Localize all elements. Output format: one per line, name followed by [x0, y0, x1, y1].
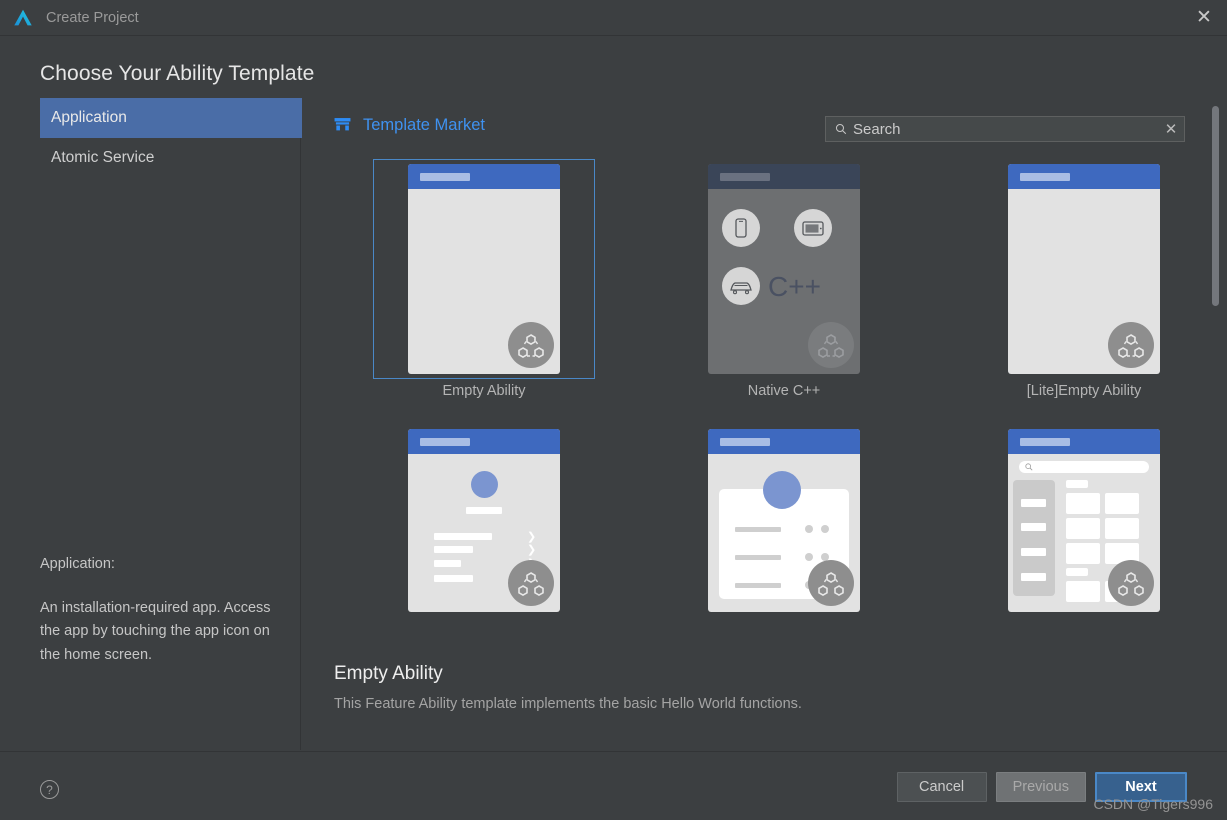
search-field-mock [1019, 461, 1149, 473]
sidebar-item-atomic-service[interactable]: Atomic Service [40, 138, 302, 178]
previous-button[interactable]: Previous [995, 772, 1086, 802]
placeholder-line [434, 560, 461, 567]
tablet-device-icon [794, 209, 832, 247]
grid-tile [1105, 518, 1139, 539]
sidebar-item-application[interactable]: Application [40, 98, 302, 138]
window-title: Create Project [46, 9, 139, 26]
phone-mock: C++ [708, 164, 860, 374]
placeholder-line [434, 533, 492, 540]
harmony-badge-icon [508, 322, 554, 368]
chevron-right-icon: ❯ [527, 544, 537, 556]
store-icon [334, 118, 351, 131]
template-card-empty-ability[interactable]: Empty Ability [373, 159, 595, 405]
deveco-logo-icon [14, 9, 32, 25]
template-preview: C++ [674, 160, 894, 378]
cancel-button[interactable]: Cancel [896, 772, 987, 802]
phone-statusbar [1008, 164, 1160, 189]
template-card-lite-empty-ability[interactable]: [Lite]Empty Ability [974, 160, 1194, 405]
template-preview [974, 160, 1194, 378]
placeholder-line [1021, 499, 1046, 507]
avatar [763, 471, 801, 509]
dialog-body: Application Atomic Service Application: … [0, 98, 1227, 750]
selected-template-info: Empty Ability This Feature Ability templ… [334, 663, 1034, 712]
phone-mock: ❯ ❯ ❯ ❯ [408, 429, 560, 612]
template-preview [674, 425, 894, 640]
phone-mock [1008, 164, 1160, 374]
placeholder-line [434, 546, 473, 553]
template-panel: Template Market ✕ [301, 98, 1227, 750]
placeholder-line [735, 583, 781, 588]
help-icon[interactable]: ? [40, 780, 59, 799]
phone-device-icon [722, 209, 760, 247]
template-card-list-layout[interactable]: ❯ ❯ ❯ ❯ [374, 425, 594, 640]
phone-mock [1008, 429, 1160, 612]
avatar [471, 471, 498, 498]
sidebar-item-label: Application [51, 109, 127, 126]
placeholder-line [735, 555, 781, 560]
selected-template-description: This Feature Ability template implements… [334, 696, 802, 712]
harmony-badge-icon [808, 322, 854, 368]
placeholder-line [735, 527, 781, 532]
template-grid: Empty Ability C++ Native C++ [Lite]Empty… [334, 159, 1227, 660]
page-title: Choose Your Ability Template [40, 62, 315, 85]
sidebar-description-heading: Application: [40, 556, 115, 572]
grid-tile [1066, 493, 1100, 514]
harmony-badge-icon [508, 560, 554, 606]
placeholder-line [1021, 548, 1046, 556]
phone-statusbar [408, 164, 560, 189]
watermark: CSDN @Tigers996 [1093, 796, 1213, 812]
sidebar: Application Atomic Service Application: … [0, 98, 302, 750]
section-label-mock [1066, 480, 1088, 488]
chevron-right-icon: ❯ [527, 531, 537, 543]
template-market-label: Template Market [363, 116, 485, 134]
grid-tile [1066, 518, 1100, 539]
placeholder-line [434, 575, 473, 582]
template-card-label: Empty Ability [442, 383, 526, 399]
dialog-footer: ? Cancel Previous Next CSDN @Tigers996 [0, 751, 1227, 820]
template-card-grid-layout[interactable] [974, 425, 1194, 640]
grid-tile [1066, 543, 1100, 564]
grid-tile [1105, 493, 1139, 514]
placeholder-line [1021, 573, 1046, 581]
harmony-badge-icon [1108, 322, 1154, 368]
harmony-badge-icon [808, 560, 854, 606]
template-market-link[interactable]: Template Market [334, 116, 485, 135]
phone-statusbar [1008, 429, 1160, 454]
placeholder-line [466, 507, 502, 514]
dot-indicator [821, 525, 829, 533]
harmony-badge-icon [1108, 560, 1154, 606]
template-card-profile-layout[interactable] [674, 425, 894, 640]
template-card-native-cpp[interactable]: C++ Native C++ [674, 160, 894, 405]
search-box[interactable]: ✕ [825, 116, 1185, 142]
template-preview [373, 159, 595, 379]
car-device-icon [722, 267, 760, 305]
search-icon [1025, 463, 1033, 471]
cpp-label: C++ [768, 271, 821, 302]
phone-statusbar [708, 429, 860, 454]
template-card-label: [Lite]Empty Ability [1026, 383, 1142, 399]
template-card-label: Native C++ [747, 383, 821, 399]
clear-search-icon[interactable]: ✕ [1158, 120, 1184, 138]
phone-mock [408, 164, 560, 374]
template-preview: ❯ ❯ ❯ ❯ [374, 425, 594, 640]
phone-statusbar [408, 429, 560, 454]
section-label-mock [1066, 568, 1088, 576]
phone-statusbar [708, 164, 860, 189]
dot-indicator [805, 525, 813, 533]
placeholder-line [1021, 523, 1046, 531]
search-input[interactable] [853, 120, 1158, 138]
search-icon [835, 123, 847, 135]
template-preview [974, 425, 1194, 640]
sidebar-description-body: An installation-required app. Access the… [40, 599, 271, 663]
close-icon[interactable]: ✕ [1181, 0, 1227, 35]
sidebar-item-label: Atomic Service [51, 149, 155, 166]
grid-tile [1066, 581, 1100, 602]
selected-template-name: Empty Ability [334, 663, 443, 684]
title-bar: Create Project ✕ [0, 0, 1227, 36]
sidebar-description: Application: An installation-required ap… [40, 553, 290, 667]
phone-mock [708, 429, 860, 612]
